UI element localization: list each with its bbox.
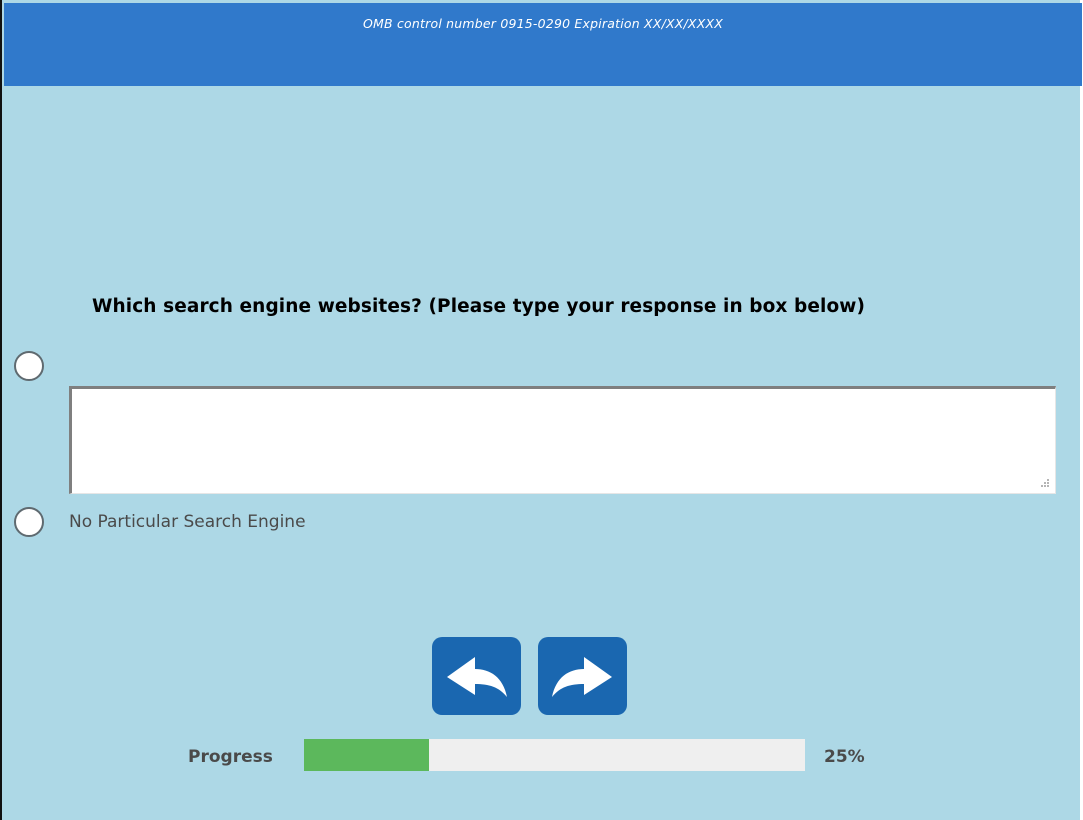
- survey-frame: OMB control number 0915-0290 Expiration …: [0, 0, 1082, 820]
- back-arrow-icon: [447, 657, 507, 697]
- response-textbox[interactable]: [69, 386, 1056, 494]
- progress-bar-fill: [304, 739, 430, 771]
- resize-grip-icon[interactable]: [1041, 479, 1050, 488]
- forward-arrow-icon: [552, 657, 612, 697]
- progress-percent: 25%: [824, 747, 865, 767]
- radio-option-type-response[interactable]: [14, 351, 44, 381]
- question-text: Which search engine websites? (Please ty…: [92, 296, 865, 317]
- header-bar: OMB control number 0915-0290 Expiration …: [4, 3, 1082, 86]
- progress-label: Progress: [188, 747, 273, 767]
- omb-control-text: OMB control number 0915-0290 Expiration …: [363, 16, 723, 31]
- progress-bar: [304, 739, 805, 771]
- radio-option-no-particular[interactable]: [14, 507, 44, 537]
- next-button[interactable]: [538, 637, 627, 715]
- back-button[interactable]: [432, 637, 521, 715]
- option-label-no-particular[interactable]: No Particular Search Engine: [69, 512, 306, 532]
